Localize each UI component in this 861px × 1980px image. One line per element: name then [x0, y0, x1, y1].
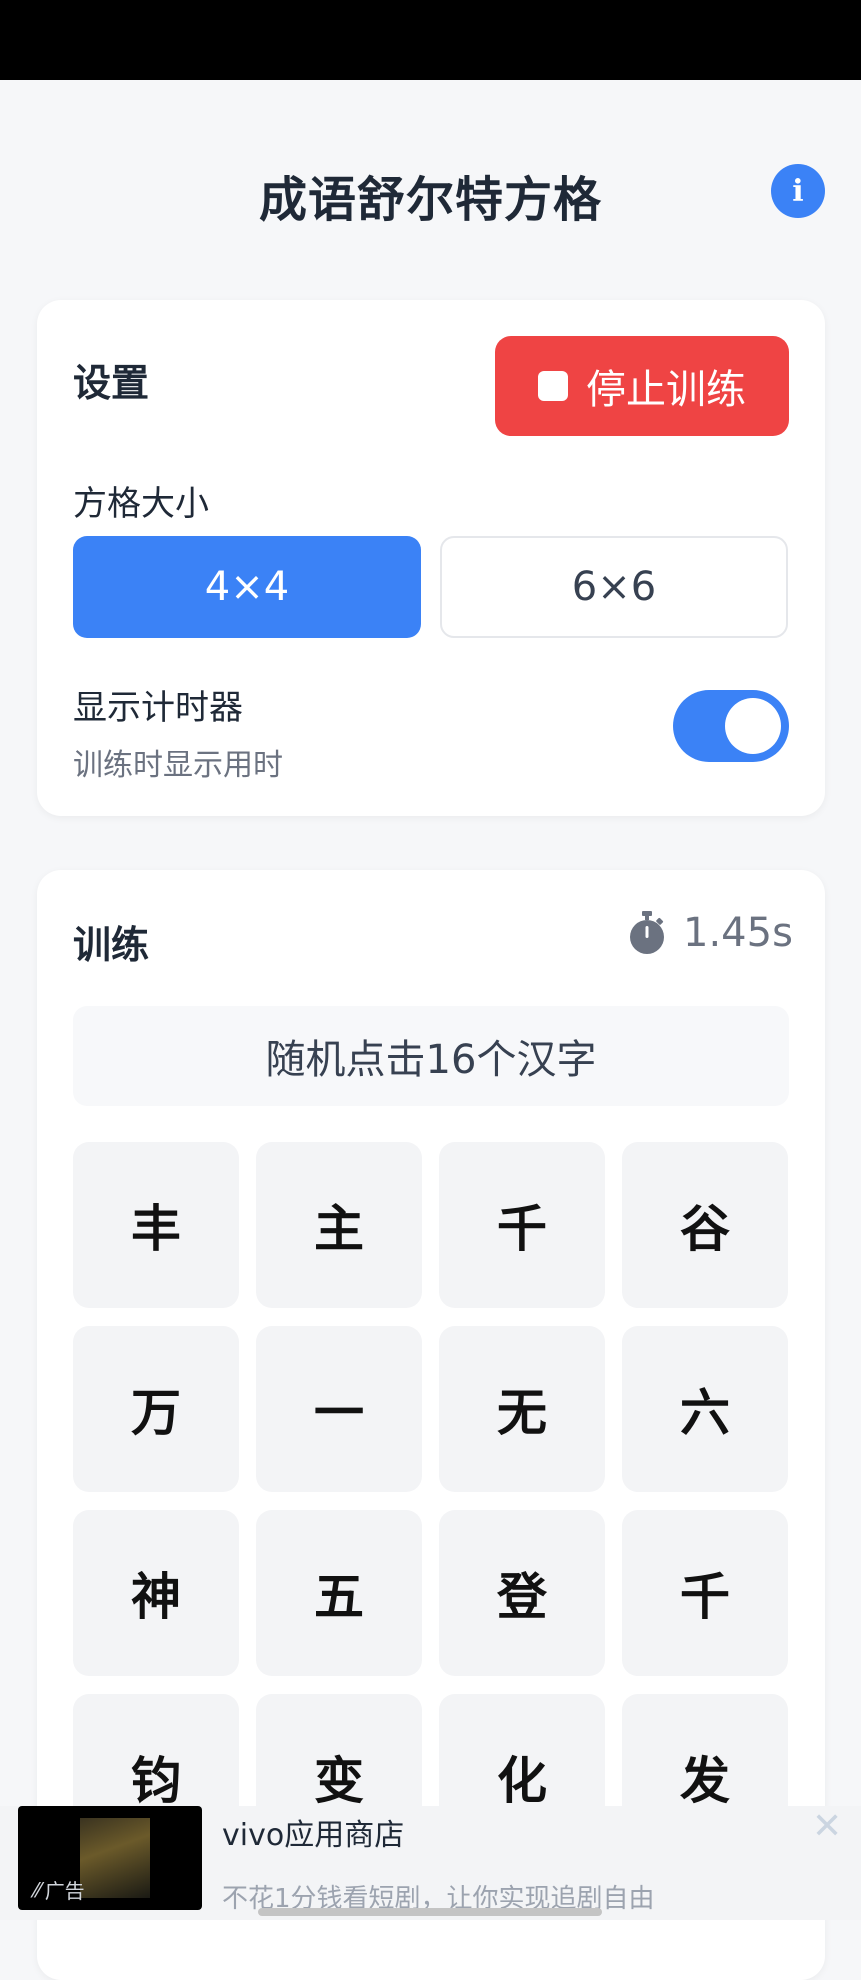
grid-cell[interactable]: 一 — [256, 1326, 422, 1492]
grid-cell[interactable]: 六 — [622, 1326, 788, 1492]
status-bar — [0, 0, 861, 80]
timer: 1.45s — [627, 910, 793, 956]
grid-cell[interactable]: 丰 — [73, 1142, 239, 1308]
instruction-banner: 随机点击16个汉字 — [73, 1006, 789, 1106]
grid-size-label: 方格大小 — [73, 484, 209, 524]
settings-card: 设置 停止训练 方格大小 4×4 6×6 显示计时器 训练时显示用时 — [37, 300, 825, 816]
ad-badge: ⁄⁄ 广告 — [34, 1875, 85, 1904]
stopwatch-icon — [630, 911, 664, 954]
ad-badge-label: 广告 — [44, 1879, 85, 1903]
info-icon[interactable]: i — [771, 164, 825, 218]
grid-cell[interactable]: 五 — [256, 1510, 422, 1676]
training-title: 训练 — [73, 923, 150, 967]
toggle-knob — [725, 698, 781, 754]
ad-brand-icon: ⁄⁄ — [34, 1877, 41, 1902]
home-indicator[interactable] — [258, 1908, 602, 1916]
close-icon[interactable]: ✕ — [812, 1806, 842, 1847]
stop-training-button[interactable]: 停止训练 — [495, 336, 789, 436]
show-timer-label: 显示计时器 — [73, 688, 243, 728]
grid-size-6x6-button[interactable]: 6×6 — [440, 536, 788, 638]
grid-cell[interactable]: 谷 — [622, 1142, 788, 1308]
stop-icon — [538, 371, 568, 401]
show-timer-toggle[interactable] — [673, 690, 789, 762]
stop-training-label: 停止训练 — [586, 367, 746, 413]
grid-cell[interactable]: 神 — [73, 1510, 239, 1676]
show-timer-hint: 训练时显示用时 — [73, 748, 283, 783]
ad-thumbnail[interactable]: ⁄⁄ 广告 — [18, 1806, 202, 1910]
ad-title[interactable]: vivo应用商店 — [222, 1810, 404, 1854]
settings-title: 设置 — [73, 361, 150, 405]
grid-cell[interactable]: 万 — [73, 1326, 239, 1492]
ad-thumbnail-image — [80, 1818, 150, 1898]
grid-cell[interactable]: 无 — [439, 1326, 605, 1492]
ad-banner[interactable]: ⁄⁄ 广告 vivo应用商店 不花1分钱看短剧，让你实现追剧自由 ✕ — [0, 1806, 861, 1920]
elapsed-time: 1.45s — [683, 910, 793, 956]
grid-cell[interactable]: 千 — [439, 1142, 605, 1308]
schulte-grid: 丰 主 千 谷 万 一 无 六 神 五 登 千 钧 变 化 发 — [73, 1142, 789, 1860]
header: 成语舒尔特方格 i — [0, 80, 861, 300]
grid-size-4x4-button[interactable]: 4×4 — [73, 536, 421, 638]
page-title: 成语舒尔特方格 — [258, 172, 602, 228]
grid-cell[interactable]: 千 — [622, 1510, 788, 1676]
grid-cell[interactable]: 主 — [256, 1142, 422, 1308]
grid-cell[interactable]: 登 — [439, 1510, 605, 1676]
